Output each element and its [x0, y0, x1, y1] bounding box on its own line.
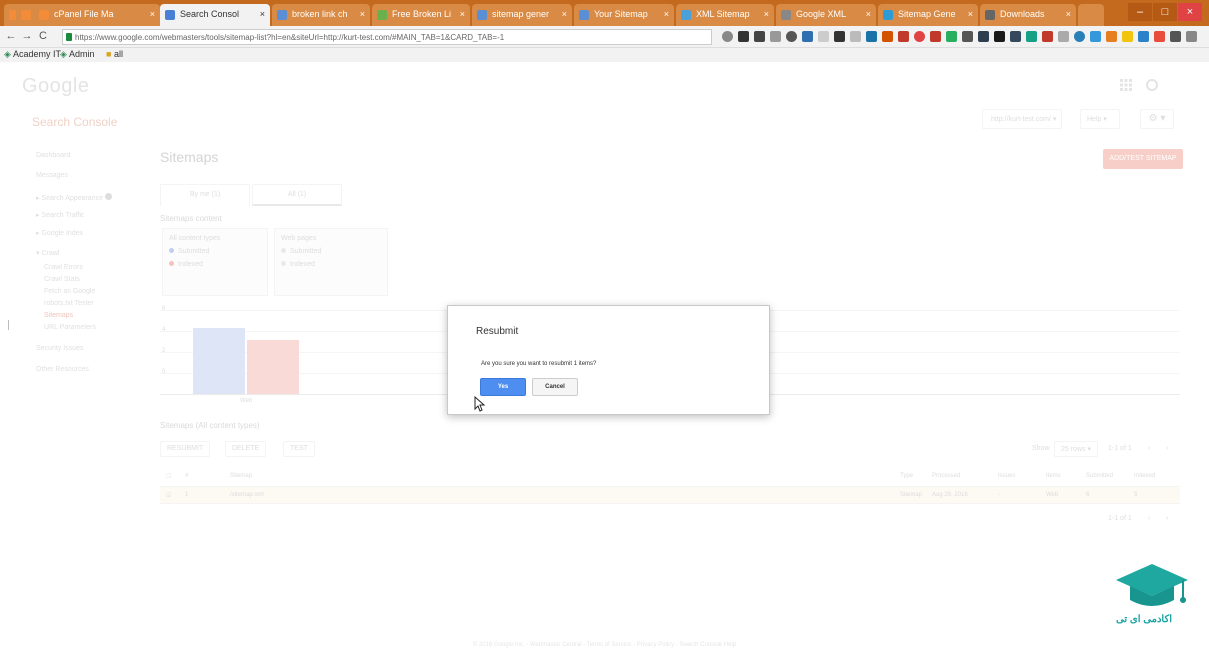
tab-favicon-icon: [883, 10, 893, 20]
extension-icon[interactable]: [786, 31, 797, 42]
extension-icon[interactable]: [1042, 31, 1053, 42]
download-icon: [985, 10, 995, 20]
extension-icon[interactable]: [1074, 31, 1085, 42]
extension-icon[interactable]: [1010, 31, 1021, 42]
tab-cpanel[interactable]: cPanel File Ma ×: [34, 4, 160, 26]
extension-icon[interactable]: [1090, 31, 1101, 42]
tab-close-icon[interactable]: ×: [664, 9, 669, 19]
menu-icon[interactable]: [1186, 31, 1197, 42]
extension-icon[interactable]: [1122, 31, 1133, 42]
lock-icon: [66, 33, 72, 41]
tab-favicon-icon: [165, 10, 175, 20]
extension-icon[interactable]: [930, 31, 941, 42]
tab-favicon-icon: [781, 10, 791, 20]
tab-label: sitemap gener: [492, 9, 550, 19]
maximize-icon[interactable]: □: [1153, 3, 1177, 21]
graduation-cap-logo: [1116, 564, 1188, 606]
tab-search-console[interactable]: Search Consol ×: [160, 4, 270, 26]
tab-close-icon[interactable]: ×: [968, 9, 973, 19]
bookmark-admin[interactable]: ◈ Admin: [60, 49, 94, 60]
tab-close-icon[interactable]: ×: [562, 9, 567, 19]
forward-icon[interactable]: →: [20, 29, 34, 43]
extension-icon[interactable]: [914, 31, 925, 42]
tab-favicon-icon: [39, 10, 49, 20]
extension-icon[interactable]: [994, 31, 1005, 42]
extension-icon[interactable]: [946, 31, 957, 42]
extension-icon[interactable]: [866, 31, 877, 42]
extension-icon[interactable]: [850, 31, 861, 42]
mouse-pointer-icon: [474, 396, 486, 412]
tab-favicon-icon: [21, 10, 31, 20]
tab-label: cPanel File Ma: [54, 9, 114, 19]
extension-icon[interactable]: [898, 31, 909, 42]
new-tab-button[interactable]: [1078, 4, 1104, 26]
extension-icon[interactable]: [1154, 31, 1165, 42]
extension-icon[interactable]: [754, 31, 765, 42]
cancel-button[interactable]: Cancel: [532, 378, 578, 396]
tab-label: Google XML: [796, 9, 847, 19]
extension-icon[interactable]: [1170, 31, 1181, 42]
tab-close-icon[interactable]: ×: [1066, 9, 1071, 19]
extension-icon[interactable]: [722, 31, 733, 42]
tab-close-icon[interactable]: ×: [260, 9, 265, 19]
close-window-icon[interactable]: ×: [1178, 3, 1202, 21]
tab-label: XML Sitemap: [696, 9, 750, 19]
bookmark-folder-all[interactable]: ■ all: [106, 49, 123, 59]
tab-close-icon[interactable]: ×: [866, 9, 871, 19]
tab-favicon-icon: [477, 10, 487, 20]
extension-icon[interactable]: [1106, 31, 1117, 42]
tab-free-broken[interactable]: Free Broken Li ×: [372, 4, 470, 26]
tab-label: broken link ch: [292, 9, 348, 19]
tab-google-xml[interactable]: Google XML ×: [776, 4, 876, 26]
url-text: https://www.google.com/webmasters/tools/…: [75, 33, 505, 42]
address-bar[interactable]: https://www.google.com/webmasters/tools/…: [62, 29, 712, 45]
dialog-title: Resubmit: [476, 326, 519, 337]
resubmit-dialog: Resubmit Are you sure you want to resubm…: [447, 305, 770, 415]
tab-label: Sitemap Gene: [898, 9, 956, 19]
reload-icon[interactable]: C: [36, 29, 50, 43]
back-icon[interactable]: ←: [4, 29, 18, 43]
minimize-icon[interactable]: –: [1128, 3, 1152, 21]
extension-icon[interactable]: [834, 31, 845, 42]
watermark-text: اکادمی ای تی: [1116, 614, 1173, 625]
extension-icon[interactable]: [1026, 31, 1037, 42]
browser-toolbar: ← → C https://www.google.com/webmasters/…: [0, 26, 1209, 48]
tab-favicon-icon: [277, 10, 287, 20]
extension-icon[interactable]: [818, 31, 829, 42]
tab-favicon-icon: [579, 10, 589, 20]
extension-icon[interactable]: [978, 31, 989, 42]
extension-icon[interactable]: [738, 31, 749, 42]
tab-label: Your Sitemap: [594, 9, 648, 19]
tab-close-icon[interactable]: ×: [460, 9, 465, 19]
dialog-message: Are you sure you want to resubmit 1 item…: [481, 361, 597, 367]
tab-sitemap-gen[interactable]: sitemap gener ×: [472, 4, 572, 26]
tab-favicon-icon: [681, 10, 691, 20]
tab-sitemap-gene[interactable]: Sitemap Gene ×: [878, 4, 978, 26]
tab-label: Free Broken Li: [392, 9, 452, 19]
tab-close-icon[interactable]: ×: [764, 9, 769, 19]
tab-close-icon[interactable]: ×: [150, 9, 155, 19]
bookmarks-bar: ◈ Academy IT ◈ Admin ■ all: [0, 48, 1209, 62]
tab-favicon-icon: [377, 10, 387, 20]
extension-icon[interactable]: [882, 31, 893, 42]
tab-broken-link[interactable]: broken link ch ×: [272, 4, 370, 26]
tab-close-icon[interactable]: ×: [360, 9, 365, 19]
extension-icon[interactable]: [962, 31, 973, 42]
yes-button[interactable]: Yes: [480, 378, 526, 396]
extension-icon[interactable]: [770, 31, 781, 42]
tab-xml-sitemap[interactable]: XML Sitemap ×: [676, 4, 774, 26]
tab-label: Downloads: [1000, 9, 1045, 19]
tab-strip: cPanel File Ma × Search Consol × broken li…: [0, 0, 1209, 26]
tab-label: Search Consol: [180, 9, 240, 19]
extension-icon[interactable]: [1138, 31, 1149, 42]
bookmark-academy[interactable]: ◈ Academy IT: [4, 49, 61, 60]
extension-icon[interactable]: [1058, 31, 1069, 42]
tab-your-sitemap[interactable]: Your Sitemap ×: [574, 4, 674, 26]
extension-icon[interactable]: [802, 31, 813, 42]
tab-downloads[interactable]: Downloads ×: [980, 4, 1076, 26]
